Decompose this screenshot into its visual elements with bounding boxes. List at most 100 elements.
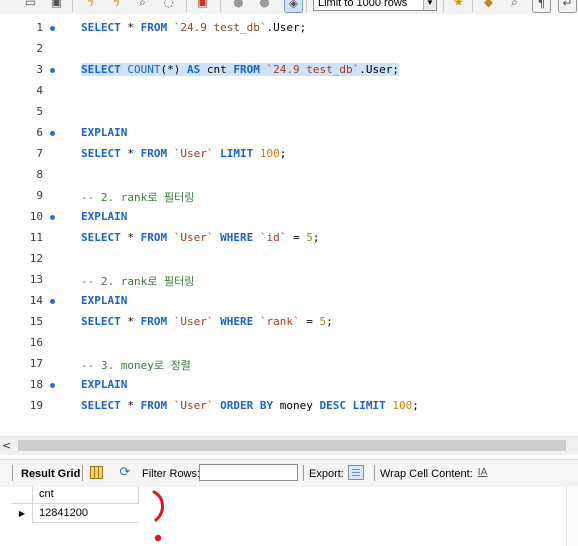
editor-line[interactable]: 4 [0, 81, 578, 102]
refresh-icon[interactable]: ⟳ [117, 465, 133, 481]
line-number: 16 [29, 336, 43, 349]
sql-editor[interactable]: 1 SELECT * FROM `24.9 test_db`.User; 2 3 SEL… [0, 14, 578, 436]
statement-marker-icon [50, 383, 55, 388]
code-text: -- 2. rank로 필터링 [81, 191, 195, 204]
toolbar-divider [374, 465, 375, 481]
commit-icon[interactable]: ● [230, 0, 247, 11]
beautify-icon[interactable]: ◆ [480, 0, 497, 11]
lightning-cursor-icon[interactable]: ϟ [108, 0, 125, 11]
line-number: 7 [36, 147, 43, 160]
editor-line[interactable]: 17 -- 3. money로 정렬 [0, 354, 578, 375]
toggle-icon[interactable]: ▣ [194, 0, 211, 11]
code-text: SELECT * FROM `User` WHERE `rank` = 5; [81, 315, 333, 328]
toolbar-divider [220, 0, 221, 12]
editor-line[interactable]: 10 EXPLAIN [0, 207, 578, 228]
chevron-down-icon[interactable]: ▼ [423, 0, 436, 10]
code-text: -- 2. rank로 필터링 [81, 275, 195, 288]
code-text: EXPLAIN [81, 294, 128, 307]
editor-line[interactable]: 1 SELECT * FROM `24.9 test_db`.User; [0, 18, 578, 39]
editor-line[interactable]: 16 [0, 333, 578, 354]
stop-icon[interactable]: ◌ [160, 0, 177, 11]
code-text: SELECT * FROM `24.9 test_db`.User; [81, 21, 307, 34]
code-text: -- 3. money로 정렬 [81, 359, 191, 372]
line-number: 11 [29, 231, 43, 244]
editor-line[interactable]: 13 -- 2. rank로 필터링 [0, 270, 578, 291]
editor-line[interactable]: 18 EXPLAIN [0, 375, 578, 396]
code-text: SELECT * FROM `User` WHERE `id` = 5; [81, 231, 320, 244]
grid-corner [12, 486, 33, 504]
filter-rows-input[interactable] [199, 464, 298, 481]
editor-line[interactable]: 11 SELECT * FROM `User` WHERE `id` = 5; [0, 228, 578, 249]
table-cell[interactable]: 12841200 [33, 504, 139, 523]
row-selector[interactable]: ▶ [12, 504, 33, 523]
toolbar-divider [443, 0, 444, 12]
explain-icon[interactable]: ⌕ [134, 0, 151, 11]
limit-rows-value: Limit to 1000 rows [318, 0, 408, 9]
line-number: 9 [36, 189, 43, 202]
toolbar-divider [186, 0, 187, 12]
result-grid-tab[interactable]: Result Grid [21, 468, 80, 480]
editor-line[interactable]: 12 [0, 249, 578, 270]
editor-line[interactable]: 2 [0, 39, 578, 60]
statement-marker-icon [50, 26, 55, 31]
editor-line[interactable]: 7 SELECT * FROM `User` LIMIT 100; [0, 144, 578, 165]
limit-rows-select[interactable]: Limit to 1000 rows ▼ [313, 0, 437, 11]
editor-line[interactable]: 6 EXPLAIN [0, 123, 578, 144]
editor-line[interactable]: 14 EXPLAIN [0, 291, 578, 312]
line-number: 5 [36, 105, 43, 118]
export-label: Export: [309, 468, 344, 480]
horizontal-scrollbar[interactable]: < [0, 436, 578, 455]
invisible-chars-icon[interactable]: ¶ [532, 0, 551, 13]
editor-line[interactable]: 5 [0, 102, 578, 123]
statement-marker-icon [50, 68, 55, 73]
wrap-cell-content-icon[interactable]: IA [476, 466, 489, 479]
line-number: 8 [36, 168, 43, 181]
column-header-cnt[interactable]: cnt [33, 486, 139, 504]
toolbar-divider [472, 0, 473, 12]
toolbar-divider [12, 465, 13, 481]
editor-line[interactable]: 19 SELECT * FROM `User` ORDER BY money DE… [0, 396, 578, 417]
lightning-icon[interactable]: ϟ [82, 0, 99, 11]
editor-line[interactable]: 3 SELECT COUNT(*) AS cnt FROM `24.9 test_… [0, 60, 578, 81]
line-number: 1 [36, 21, 43, 34]
line-number: 3 [36, 63, 43, 76]
code-text: SELECT * FROM `User` ORDER BY money DESC… [81, 399, 419, 412]
line-number: 12 [29, 252, 43, 265]
line-number: 13 [29, 273, 43, 286]
line-number: 17 [29, 357, 43, 370]
find-icon[interactable]: ⌕ [506, 0, 523, 11]
side-panel-edge [566, 486, 578, 546]
code-text: EXPLAIN [81, 378, 128, 391]
editor-line[interactable]: 15 SELECT * FROM `User` WHERE `rank` = 5; [0, 312, 578, 333]
toolbar-divider [82, 465, 83, 481]
wrap-cell-content-label: Wrap Cell Content: [380, 468, 473, 480]
toolbar-divider [303, 465, 304, 481]
editor-line[interactable]: 8 [0, 165, 578, 186]
wrap-icon[interactable]: ↵ [558, 0, 577, 13]
scroll-thumb[interactable] [18, 440, 566, 451]
statement-marker-icon [50, 215, 55, 220]
line-number: 2 [36, 42, 43, 55]
star-icon[interactable]: ★ [450, 0, 467, 11]
toolbar-divider [306, 0, 307, 12]
code-text: SELECT COUNT(*) AS cnt FROM `24.9 test_d… [81, 63, 399, 76]
filter-rows-label: Filter Rows: [142, 468, 201, 480]
scroll-left-icon[interactable]: < [2, 438, 16, 453]
save-icon[interactable]: ▣ [48, 0, 65, 11]
rollback-icon[interactable]: ● [256, 0, 273, 11]
handwritten-annotation [152, 490, 164, 542]
line-number: 18 [29, 378, 43, 391]
line-number: 14 [29, 294, 43, 307]
autocommit-icon[interactable]: ◈ [284, 0, 303, 13]
line-number: 10 [29, 210, 43, 223]
code-text: EXPLAIN [81, 210, 128, 223]
export-icon[interactable] [348, 465, 364, 480]
grid-view-icon[interactable] [90, 466, 103, 479]
editor-line[interactable]: 9 -- 2. rank로 필터링 [0, 186, 578, 207]
folder-icon[interactable]: ▭ [22, 0, 39, 11]
code-text: EXPLAIN [81, 126, 128, 139]
statement-marker-icon [50, 131, 55, 136]
line-number: 4 [36, 84, 43, 97]
line-number: 6 [36, 126, 43, 139]
code-text: SELECT * FROM `User` LIMIT 100; [81, 147, 287, 160]
